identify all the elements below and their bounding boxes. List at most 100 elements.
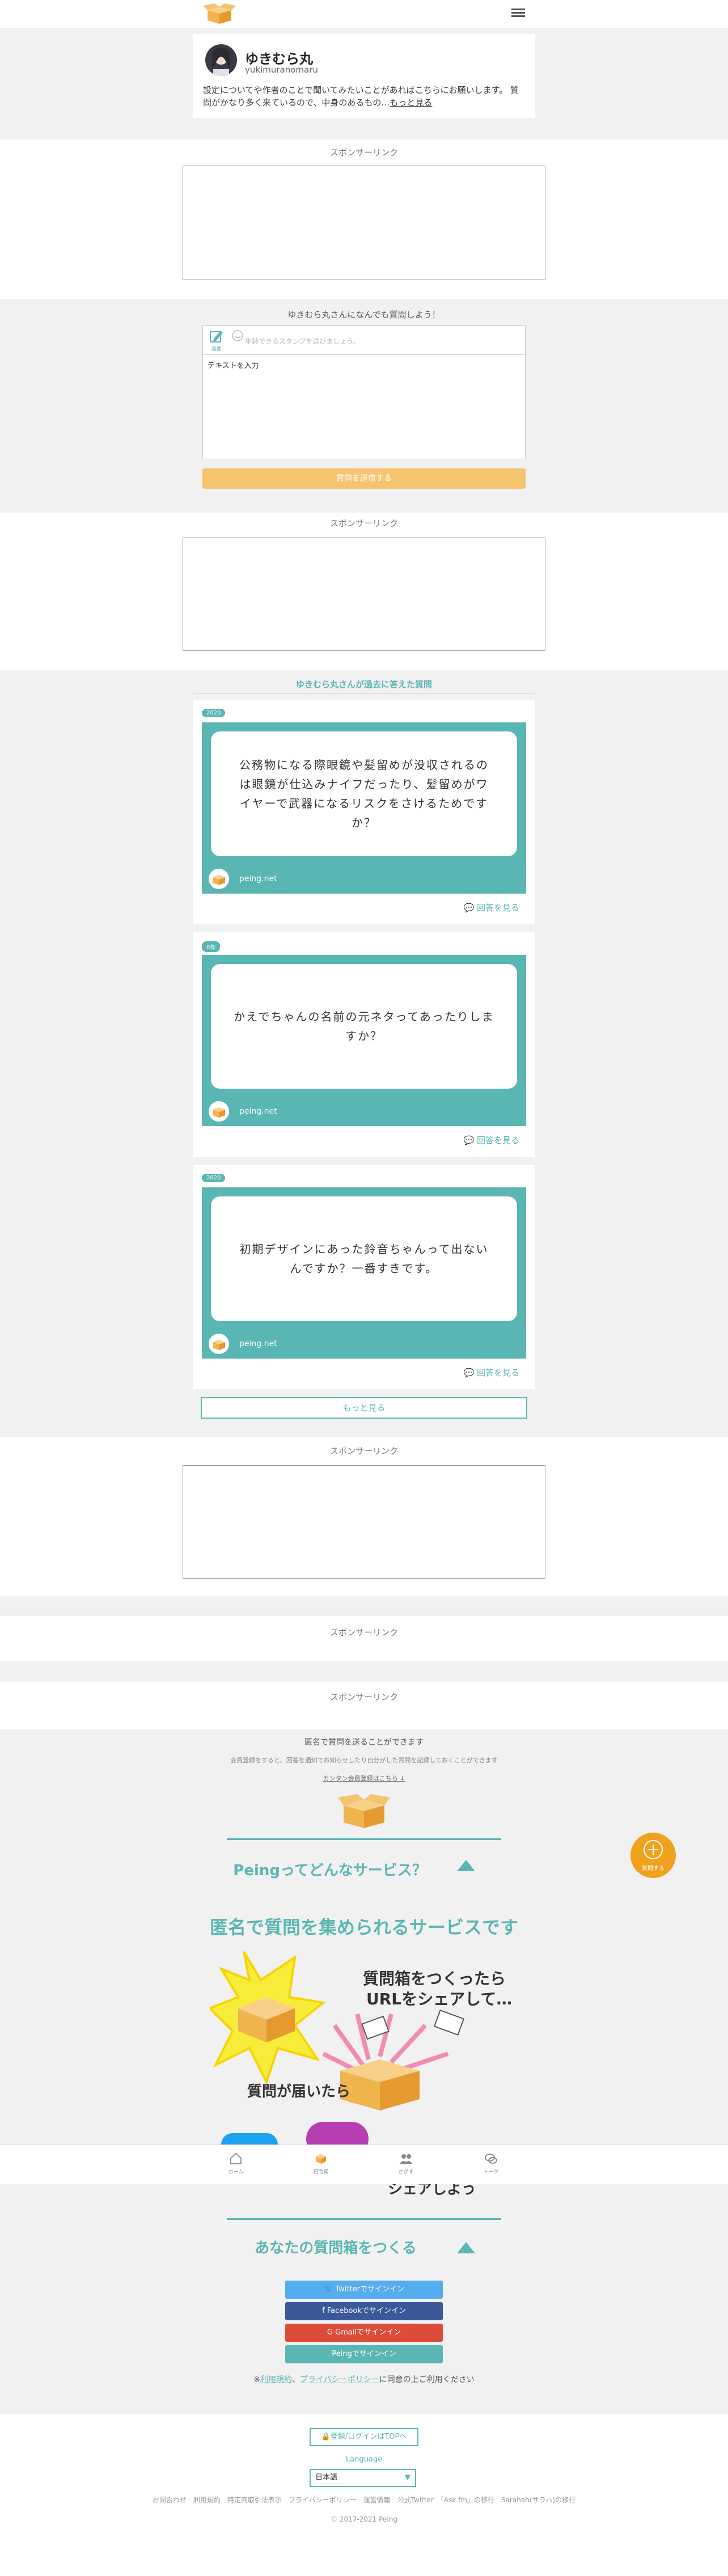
triangle-up-icon	[457, 1860, 475, 1871]
ask-title: ゆきむら丸さんになんでも質問しよう！	[287, 310, 441, 320]
avatar[interactable]	[205, 44, 237, 76]
terms-prefix: ※	[253, 2375, 260, 2384]
register-top-label: 登録/ログインはTOPへ	[330, 2433, 407, 2441]
question-card: かえでちゃんの名前の元ネタってあったりしますか？ peing.net	[202, 955, 526, 1126]
profile-bio-text: 設定についてや作者のことで聞いてみたいことがあればこちらにお願いします。 質問が…	[203, 85, 519, 108]
sponsor-label: スポンサーリンク	[329, 1446, 398, 1456]
see-answer-link[interactable]: 💬 回答を見る	[464, 902, 519, 913]
triangle-up-icon	[457, 2242, 475, 2253]
privacy-link[interactable]: プライバシーポリシー	[300, 2375, 379, 2384]
google-icon: G	[327, 2328, 333, 2337]
question-card: 初期デザインにあった鈴音ちゃんって出ないんですか？一番すきです。 peing.ne…	[202, 1187, 526, 1359]
sponsor-label: スポンサーリンク	[329, 518, 398, 528]
step2-text: 質問が届いたら	[247, 2083, 351, 2100]
ask-fab-button[interactable]: 質問する	[630, 1833, 676, 1878]
login-button-google[interactable]: G Gmailでサインイン	[285, 2324, 443, 2342]
answer-card[interactable]: 0年かえでちゃんの名前の元ネタってあったりしますか？ peing.net 💬 回答を…	[193, 932, 535, 1157]
nav-talk[interactable]: トーク	[468, 2152, 514, 2175]
divider	[193, 693, 535, 694]
make-box-heading: あなたの質問箱をつくる	[255, 2240, 417, 2257]
login-label: Gmailでサインイン	[335, 2328, 401, 2337]
edit-image-icon	[210, 331, 223, 342]
ad-slot[interactable]	[183, 538, 545, 651]
question-card: 公務物になる際眼鏡や髪留めが没収されるのは眼鏡が仕込みナイフだったり、髪留めがワ…	[202, 722, 526, 894]
more-answers-button[interactable]: もっと見る	[201, 1397, 527, 1419]
nav-box[interactable]: 質問箱	[298, 2152, 344, 2175]
site-label: peing.net	[239, 1339, 277, 1348]
home-icon	[230, 2152, 242, 2164]
login-button-peing[interactable]: Peingでサインイン	[285, 2345, 443, 2363]
ad-slot[interactable]	[183, 1465, 545, 1579]
quick-register-link[interactable]: カンタン会員登録はこちら ↓	[0, 1774, 728, 1783]
footer: 🔒登録/ログインはTOPへ Language 日本語 ▼ お問合わせ 利用規約 …	[0, 2414, 728, 2576]
nav-label: ホーム	[228, 2169, 244, 2175]
divider	[227, 2218, 501, 2220]
people-icon	[400, 2154, 412, 2164]
copyright: © 2017-2021 Peing	[331, 2515, 397, 2523]
twitter-icon: 🐦	[324, 2285, 333, 2294]
nav-home[interactable]: ホーム	[213, 2152, 259, 2175]
profile-id: yukimuranomaru	[245, 65, 318, 75]
stamp-label: 画像	[211, 346, 222, 352]
answers-title: ゆきむら丸さんが過去に答えた質問	[295, 679, 432, 690]
chat-bubble-icon: 💬	[463, 1368, 475, 1378]
footer-links[interactable]: お問合わせ 利用規約 特定商取引法表示 プライバシーポリシー 運営情報 公式Tw…	[0, 2495, 728, 2505]
box-icon	[316, 2154, 326, 2164]
language-select[interactable]: 日本語 ▼	[310, 2469, 416, 2487]
divider	[227, 1838, 501, 1840]
ad-slot[interactable]	[183, 166, 545, 280]
login-label: Peingでサインイン	[332, 2350, 396, 2358]
step1-text: 質問箱をつくったら	[363, 1969, 506, 1988]
fab-label: 質問する	[642, 1866, 664, 1872]
see-answer-link[interactable]: 💬 回答を見る	[464, 1134, 519, 1146]
submit-question-button[interactable]: 質問を送信する	[202, 468, 526, 489]
login-button-twitter[interactable]: 🐦 Twitterでサインイン	[285, 2281, 443, 2299]
nav-people[interactable]: さがす	[383, 2152, 429, 2175]
question-textarea[interactable]: テキストを入力	[203, 354, 525, 459]
hamburger-menu-icon[interactable]	[511, 7, 525, 20]
register-top-button[interactable]: 🔒登録/ログインはTOPへ	[310, 2428, 418, 2446]
see-answer-link[interactable]: 💬 回答を見る	[464, 1367, 519, 1378]
sponsor-band	[0, 1682, 728, 1729]
see-answer-label: 回答を見る	[476, 1368, 519, 1378]
lock-icon: 🔒	[321, 2433, 331, 2441]
chat-bubble-icon: 💬	[463, 1135, 475, 1145]
step1b-text: URLをシェアして…	[366, 1990, 513, 2008]
see-answer-label: 回答を見る	[476, 903, 519, 913]
terms-note: ※利用規約、プライバシーポリシーに同意の上ご利用ください	[253, 2375, 475, 2384]
profile-more-link[interactable]: もっと見る	[390, 98, 432, 108]
terms-link[interactable]: 利用規約	[260, 2375, 292, 2384]
question-text: かえでちゃんの名前の元ネタってあったりしますか？	[211, 964, 517, 1089]
nav-label: さがす	[398, 2169, 414, 2175]
service-headline: 匿名で質問を集められるサービスです	[209, 1917, 518, 1938]
nav-label: 質問箱	[313, 2169, 329, 2175]
sponsor-label: スポンサーリンク	[329, 1627, 398, 1638]
answer-card[interactable]: 2020 初期デザインにあった鈴音ちゃんって出ないんですか？一番すきです。 pein…	[193, 1165, 535, 1389]
plus-circle-icon	[644, 1840, 663, 1859]
sponsor-label: スポンサーリンク	[329, 1692, 398, 1702]
login-button-facebook[interactable]: f Facebookでサインイン	[285, 2302, 443, 2320]
answer-card[interactable]: 2020 公務物になる際眼鏡や髪留めが没収されるのは眼鏡が仕込みナイフだったり、髪…	[193, 700, 535, 924]
smile-stamp-icon[interactable]	[231, 329, 244, 342]
stamp-button[interactable]: 画像	[206, 329, 227, 352]
nav-label: トーク	[483, 2169, 499, 2175]
chat-bubble-icon: 💬	[463, 903, 475, 913]
answer-badge: 2020	[202, 709, 226, 717]
anon-text: 匿名で質問を送ることができます	[304, 1738, 424, 1747]
language-value: 日本語	[315, 2473, 338, 2482]
question-text: 公務物になる際眼鏡や髪留めが没収されるのは眼鏡が仕込みナイフだったり、髪留めがワ…	[211, 731, 517, 856]
peing-avatar-icon	[209, 869, 229, 889]
facebook-icon: f	[322, 2307, 325, 2315]
chevron-down-icon: ▼	[405, 2473, 410, 2482]
answer-badge: 0年	[202, 941, 221, 952]
anon-subtext: 会員登録をすると、回答を通知でお知らせしたり自分がした質問を記録しておくことがで…	[230, 1757, 498, 1764]
site-label: peing.net	[239, 874, 277, 883]
question-text: 初期デザインにあった鈴音ちゃんって出ないんですか？一番すきです。	[211, 1196, 517, 1321]
chat-icon	[485, 2154, 497, 2164]
peing-logo-icon[interactable]	[203, 2, 236, 25]
peing-avatar-icon	[209, 1101, 229, 1122]
sponsor-label: スポンサーリンク	[329, 147, 398, 158]
profile-card: ゆきむら丸 yukimuranomaru 設定についてや作者のことで聞いてみたい…	[193, 34, 535, 118]
peing-box-icon	[338, 1794, 390, 1828]
profile-bio: 設定についてや作者のことで聞いてみたいことがあればこちらにお願いします。 質問が…	[203, 84, 526, 109]
